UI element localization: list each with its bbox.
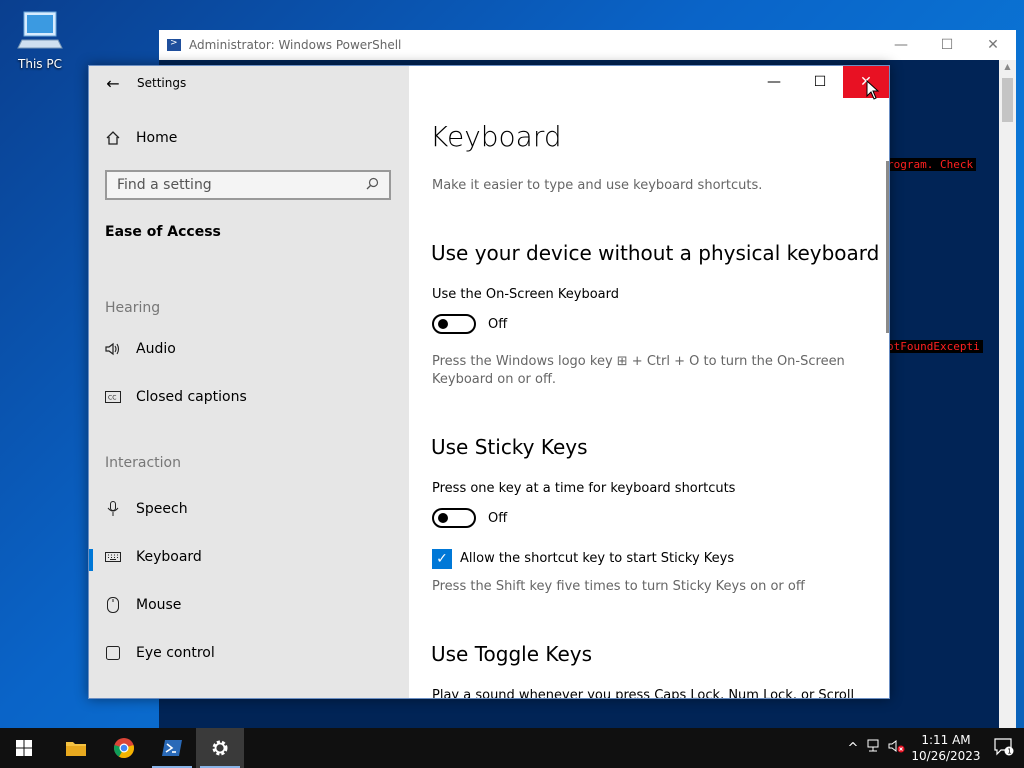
powershell-title: Administrator: Windows PowerShell <box>189 38 402 52</box>
nav-audio[interactable]: Audio <box>89 329 409 369</box>
sticky-shortcut-checkbox[interactable]: ✓ <box>432 549 452 569</box>
notification-icon: 1 <box>994 737 1014 755</box>
sticky-heading: Use Sticky Keys <box>431 435 588 459</box>
clock[interactable]: 1:11 AM 10/26/2023 <box>908 732 984 764</box>
mouse-cursor-icon <box>866 80 880 100</box>
osk-label: Use the On-Screen Keyboard <box>432 287 619 302</box>
minimize-icon[interactable]: — <box>878 37 924 53</box>
maximize-icon[interactable]: ☐ <box>924 37 970 53</box>
captions-icon: CC <box>89 391 136 403</box>
page-subtitle: Make it easier to type and use keyboard … <box>432 178 763 193</box>
chevron-up-icon[interactable]: ^ <box>842 741 864 756</box>
nav-audio-label: Audio <box>136 341 176 357</box>
console-error-line: otFoundExcepti <box>884 340 983 353</box>
eye-control-icon <box>89 645 136 661</box>
toggle-knob <box>438 319 448 329</box>
start-button[interactable] <box>0 728 48 768</box>
category-heading: Ease of Access <box>105 224 221 240</box>
osk-help-line1: Press the Windows logo key ⊞ + Ctrl + O … <box>432 354 845 369</box>
desktop-icon-this-pc[interactable]: This PC <box>12 8 68 71</box>
taskbar: ^ 1:11 AM 10/26/2023 1 <box>0 728 1024 768</box>
network-icon[interactable] <box>864 739 886 757</box>
home-icon <box>89 130 136 146</box>
powershell-icon <box>162 740 182 756</box>
nav-eye-control[interactable]: Eye control <box>89 633 409 673</box>
osk-heading: Use your device without a physical keybo… <box>431 241 880 265</box>
settings-titlebar: ← Settings <box>89 66 409 100</box>
minimize-icon[interactable]: — <box>751 66 797 98</box>
desktop-icon-label: This PC <box>18 57 62 71</box>
powershell-scrollbar[interactable]: ▲ <box>999 60 1016 730</box>
nav-keyboard-label: Keyboard <box>136 549 202 565</box>
sticky-state: Off <box>488 511 508 526</box>
nav-speech-label: Speech <box>136 501 188 517</box>
powershell-icon <box>167 38 181 51</box>
nav-mouse[interactable]: Mouse <box>89 585 409 625</box>
nav-home[interactable]: Home <box>89 118 409 158</box>
search-icon <box>366 177 379 194</box>
section-interaction: Interaction <box>105 455 181 471</box>
nav-closed-captions[interactable]: CC Closed captions <box>89 377 409 417</box>
sticky-label: Press one key at a time for keyboard sho… <box>432 481 736 496</box>
nav-speech[interactable]: Speech <box>89 489 409 529</box>
keyboard-icon <box>89 552 136 562</box>
settings-window[interactable]: ← Settings Home Find a setting Ease of A… <box>88 65 890 699</box>
content-pane: — ☐ ✕ Keyboard Make it easier to type an… <box>409 66 889 698</box>
app-title: Settings <box>137 76 187 90</box>
toggle-keys-partial-label: Play a sound whenever you press Caps Loc… <box>432 688 855 699</box>
mouse-icon <box>89 597 136 613</box>
clock-date: 10/26/2023 <box>911 749 981 763</box>
osk-state: Off <box>488 317 508 332</box>
close-icon[interactable]: ✕ <box>970 37 1016 53</box>
search-input[interactable]: Find a setting <box>105 170 391 200</box>
sticky-checkbox-label: Allow the shortcut key to start Sticky K… <box>460 551 735 566</box>
section-hearing: Hearing <box>105 300 161 316</box>
powershell-titlebar[interactable]: Administrator: Windows PowerShell — ☐ ✕ <box>159 30 1016 60</box>
notification-button[interactable]: 1 <box>984 737 1024 759</box>
search-placeholder: Find a setting <box>117 177 212 193</box>
nav-keyboard[interactable]: Keyboard <box>89 537 409 577</box>
clock-time: 1:11 AM <box>921 733 971 747</box>
sticky-toggle[interactable] <box>432 508 476 528</box>
nav-captions-label: Closed captions <box>136 389 247 405</box>
back-arrow-icon[interactable]: ← <box>89 74 137 93</box>
osk-toggle[interactable] <box>432 314 476 334</box>
settings-sidebar: ← Settings Home Find a setting Ease of A… <box>89 66 409 698</box>
powershell-taskbar-button[interactable] <box>148 728 196 768</box>
folder-icon <box>66 742 86 756</box>
computer-icon <box>17 11 63 49</box>
system-tray: ^ 1:11 AM 10/26/2023 1 <box>842 728 1024 768</box>
chrome-icon <box>114 738 134 759</box>
sticky-help: Press the Shift key five times to turn S… <box>432 579 805 594</box>
console-error-line: rogram. Check <box>884 158 977 171</box>
notification-count: 1 <box>1007 747 1011 755</box>
scroll-up-icon[interactable]: ▲ <box>999 62 1016 71</box>
content-scrollbar[interactable] <box>886 161 889 333</box>
nav-mouse-label: Mouse <box>136 597 182 613</box>
osk-help-line2: Keyboard on or off. <box>432 372 557 387</box>
nav-home-label: Home <box>136 130 178 146</box>
microphone-icon <box>89 501 136 517</box>
windows-logo-icon <box>16 740 32 756</box>
gear-icon <box>212 740 228 756</box>
speaker-icon <box>89 342 136 356</box>
nav-eye-label: Eye control <box>136 645 215 661</box>
maximize-icon[interactable]: ☐ <box>797 66 843 98</box>
toggle-keys-heading: Use Toggle Keys <box>431 642 593 666</box>
chrome-button[interactable] <box>100 728 148 768</box>
selection-indicator <box>89 549 93 571</box>
settings-taskbar-button[interactable] <box>196 728 244 768</box>
svg-text:CC: CC <box>108 395 116 402</box>
scroll-thumb[interactable] <box>1002 78 1013 122</box>
page-title: Keyboard <box>430 120 562 153</box>
volume-muted-icon[interactable] <box>886 739 908 757</box>
file-explorer-button[interactable] <box>52 728 100 768</box>
checkmark-icon: ✓ <box>436 551 448 567</box>
toggle-knob <box>438 513 448 523</box>
